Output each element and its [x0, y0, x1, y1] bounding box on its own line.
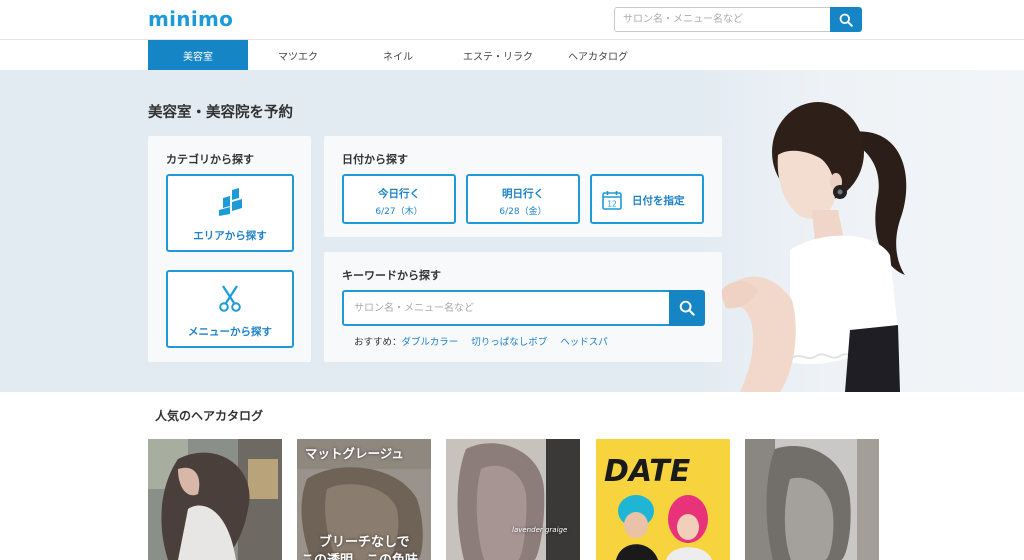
tomorrow-date: 6/28（金） [499, 207, 547, 217]
catalog-item[interactable]: lavender graige [446, 439, 580, 560]
specify-date-label: 日付を指定 [632, 195, 685, 207]
today-date: 6/27（木） [375, 207, 423, 217]
tab-beauty-salon[interactable]: 美容室 [148, 40, 248, 70]
category-label: カテゴリから探す [166, 153, 254, 166]
site-header: minimo [0, 0, 1024, 40]
header-search-input[interactable] [614, 7, 830, 32]
keyword-search-button[interactable] [669, 290, 705, 326]
keyword-label: キーワードから探す [342, 269, 441, 282]
catalog-item[interactable] [745, 439, 879, 560]
scissors-icon [219, 285, 241, 312]
hero-model-photo [700, 70, 1024, 392]
catalog-item[interactable]: DATE [596, 439, 730, 560]
recommend-link-double-color[interactable]: ダブルカラー [402, 334, 459, 348]
catalog-caption-bottom: ブリーチなしで [319, 535, 410, 550]
tab-hair-catalog[interactable]: ヘアカタログ [548, 40, 648, 70]
keyword-search [342, 290, 705, 326]
menu-search-label: メニューから探す [188, 326, 272, 338]
catalog-item[interactable]: マットグレージュ ブリーチなしで この透明、この色味 [297, 439, 431, 560]
tab-eyelash[interactable]: マツエク [248, 40, 348, 70]
catalog-caption-bottom-2: この透明、この色味 [301, 549, 418, 560]
tab-esthetic-relax[interactable]: エステ・リラク [448, 40, 548, 70]
recommend-link-kirippanashi-bob[interactable]: 切りっぱなしボブ [471, 334, 547, 348]
date-label: 日付から探す [342, 153, 408, 166]
tomorrow-title: 明日行く [502, 188, 544, 200]
map-area-icon [219, 188, 242, 216]
catalog-caption-top: マットグレージュ [305, 446, 404, 461]
catalog-watermark: lavender graige [512, 526, 568, 534]
area-search-button[interactable]: エリアから探す [166, 174, 294, 252]
keyword-search-input[interactable] [342, 290, 669, 326]
search-icon [839, 13, 853, 27]
tomorrow-button[interactable]: 明日行く 6/28（金） [466, 174, 580, 224]
recommend-label: おすすめ： [354, 337, 402, 348]
category-nav: 美容室 マツエク ネイル エステ・リラク ヘアカタログ [148, 40, 648, 70]
search-icon [679, 300, 695, 316]
recommend-link-head-spa[interactable]: ヘッドスパ [560, 334, 608, 348]
hero-title: 美容室・美容院を予約 [148, 105, 293, 121]
header-search [614, 7, 862, 32]
today-button[interactable]: 今日行く 6/27（木） [342, 174, 456, 224]
catalog-item[interactable] [148, 439, 282, 560]
today-title: 今日行く [378, 188, 420, 200]
specify-date-button[interactable]: 12 日付を指定 [590, 174, 704, 224]
site-logo[interactable]: minimo [148, 7, 233, 31]
calendar-icon: 12 [602, 191, 622, 210]
menu-search-button[interactable]: メニューから探す [166, 270, 294, 348]
catalog-title: 人気のヘアカタログ [155, 409, 264, 423]
calendar-day: 12 [607, 200, 617, 209]
recommended-keywords: おすすめ： ダブルカラー 切りっぱなしボブ ヘッドスパ [354, 334, 621, 348]
tab-nail[interactable]: ネイル [348, 40, 448, 70]
header-search-button[interactable] [830, 7, 862, 32]
area-search-label: エリアから探す [193, 230, 267, 242]
catalog-caption-top: DATE [604, 454, 691, 489]
